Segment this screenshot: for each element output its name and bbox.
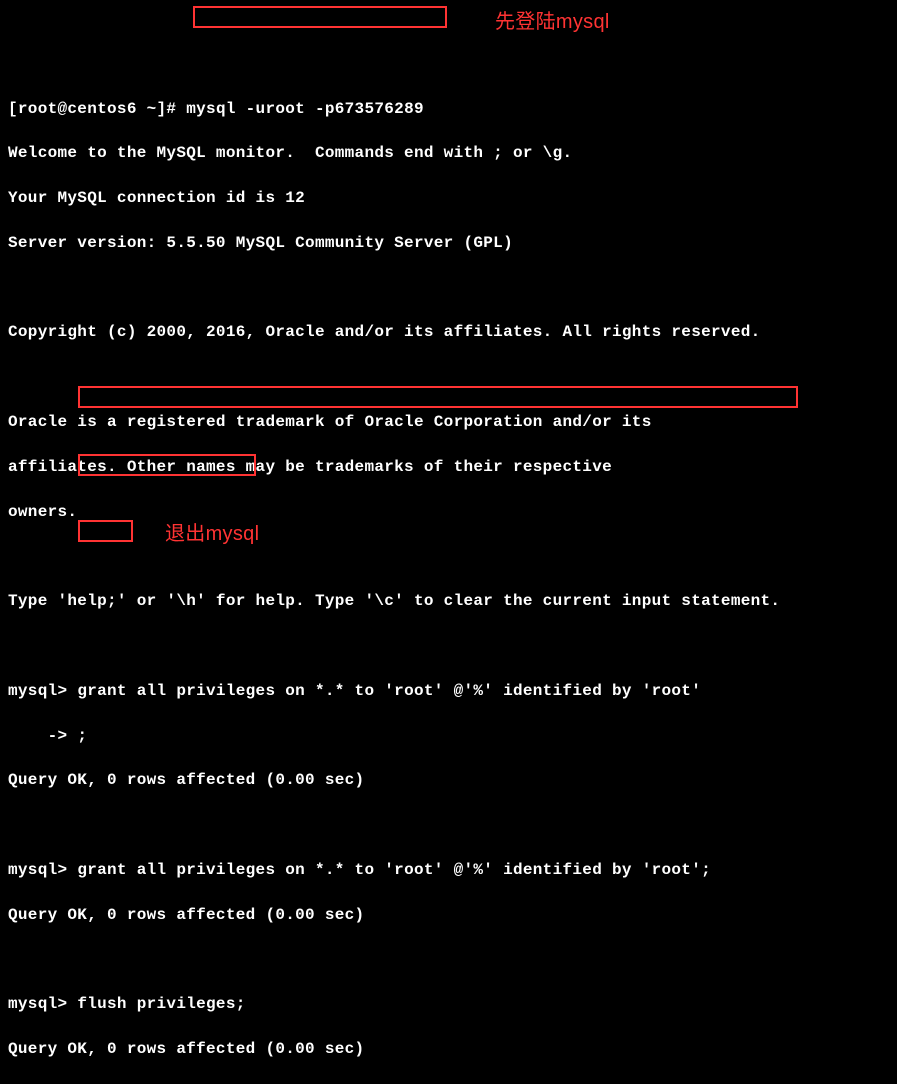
semicolon[interactable]: ; (77, 727, 87, 745)
output-line: Query OK, 0 rows affected (0.00 sec) (8, 1038, 889, 1060)
highlight-box-exit (78, 520, 133, 542)
login-command[interactable]: mysql -uroot -p673576289 (186, 100, 424, 118)
flush-command[interactable]: flush privileges; (77, 995, 245, 1013)
highlight-box-login (193, 6, 447, 28)
annotation-exit: 退出mysql (165, 520, 259, 548)
output-line: Type 'help;' or '\h' for help. Type '\c'… (8, 590, 889, 612)
output-line: Query OK, 0 rows affected (0.00 sec) (8, 904, 889, 926)
annotation-login: 先登陆mysql (495, 8, 610, 36)
mysql-cont-line: -> ; (8, 725, 889, 747)
blank-line (8, 814, 889, 836)
mysql-prompt: mysql> (8, 861, 77, 879)
blank-line (8, 948, 889, 970)
output-line: Server version: 5.5.50 MySQL Community S… (8, 232, 889, 254)
blank-line (8, 277, 889, 299)
shell-prompt: [root@centos6 ~]# (8, 100, 186, 118)
mysql-cont-prompt: -> (8, 727, 77, 745)
output-line: Query OK, 0 rows affected (0.00 sec) (8, 769, 889, 791)
mysql-prompt: mysql> (8, 995, 77, 1013)
grant-command-2[interactable]: grant all privileges on *.* to 'root' @'… (77, 861, 711, 879)
output-line: Copyright (c) 2000, 2016, Oracle and/or … (8, 321, 889, 343)
output-line: Welcome to the MySQL monitor. Commands e… (8, 142, 889, 164)
highlight-box-grant (78, 386, 798, 408)
output-line: Your MySQL connection id is 12 (8, 187, 889, 209)
blank-line (8, 1083, 889, 1084)
output-line: Oracle is a registered trademark of Orac… (8, 411, 889, 433)
mysql-prompt: mysql> (8, 682, 77, 700)
mysql-line: mysql> flush privileges; (8, 993, 889, 1015)
blank-line (8, 545, 889, 567)
shell-line: [root@centos6 ~]# mysql -uroot -p6735762… (8, 98, 889, 120)
output-line: owners. (8, 501, 889, 523)
blank-line (8, 635, 889, 657)
mysql-line: mysql> grant all privileges on *.* to 'r… (8, 859, 889, 881)
mysql-line: mysql> grant all privileges on *.* to 'r… (8, 680, 889, 702)
grant-command[interactable]: grant all privileges on *.* to 'root' @'… (77, 682, 701, 700)
highlight-box-flush (78, 454, 256, 476)
